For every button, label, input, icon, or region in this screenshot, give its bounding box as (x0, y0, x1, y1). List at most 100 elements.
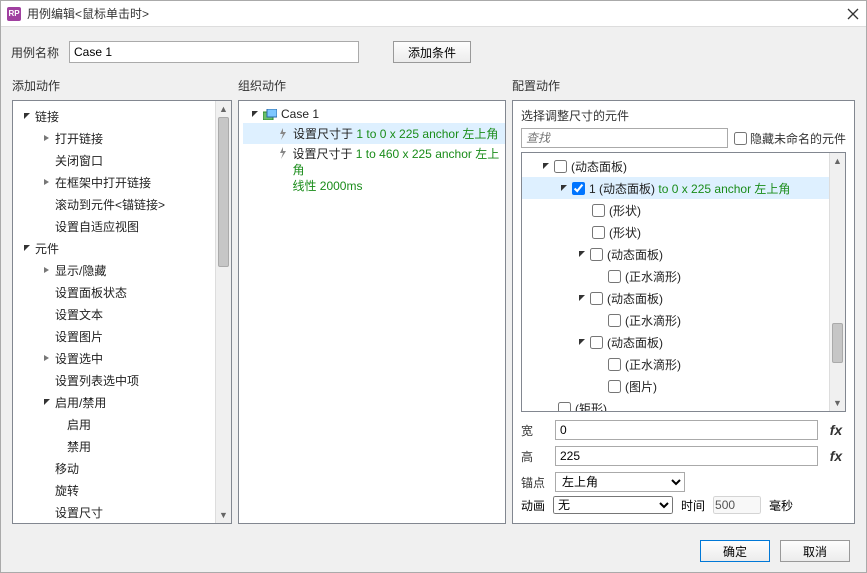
tree-set-image[interactable]: 设置图片 (55, 328, 103, 345)
tree-enable[interactable]: 启用 (67, 416, 91, 433)
add-action-column: 添加动作 链接 打开链接 关闭窗口 在框架中打开链接 滚动到元件<锚链接> 设置… (12, 73, 232, 524)
widget-drop[interactable]: (正水滴形) (625, 268, 681, 285)
scroll-up-icon[interactable]: ▲ (216, 101, 231, 117)
search-input[interactable] (521, 128, 728, 148)
widget-dp[interactable]: (动态面板) (607, 246, 663, 263)
widget-dp[interactable]: (动态面板) (607, 290, 663, 307)
action-1-label: 设置尺寸于 (293, 127, 353, 141)
action-row-2[interactable]: 设置尺寸于 1 to 460 x 225 anchor 左上角线性 2000ms (243, 144, 505, 196)
widget-shape[interactable]: (形状) (609, 202, 641, 219)
tree-panel-state[interactable]: 设置面板状态 (55, 284, 127, 301)
collapse-icon[interactable] (576, 336, 588, 348)
widget-drop[interactable]: (正水滴形) (625, 356, 681, 373)
ok-button[interactable]: 确定 (700, 540, 770, 562)
scrollbar[interactable]: ▲ ▼ (215, 101, 231, 523)
collapse-icon[interactable] (21, 242, 33, 254)
widget-tree[interactable]: (动态面板) 1 (动态面板) to 0 x 225 anchor 左上角 (形… (522, 153, 829, 411)
scroll-thumb[interactable] (832, 323, 843, 363)
tree-open-in-frame[interactable]: 在框架中打开链接 (55, 174, 151, 191)
height-input[interactable] (555, 446, 818, 466)
anim-select[interactable]: 无 (553, 496, 673, 514)
widget-checkbox[interactable] (554, 160, 567, 173)
widget-checkbox[interactable] (608, 270, 621, 283)
tree-rotate[interactable]: 旋转 (55, 482, 79, 499)
tree-close-window[interactable]: 关闭窗口 (55, 152, 103, 169)
hide-unnamed-text: 隐藏未命名的元件 (750, 130, 846, 147)
collapse-icon[interactable] (41, 396, 53, 408)
collapse-icon[interactable] (558, 182, 570, 194)
expand-icon[interactable] (41, 264, 53, 276)
widget-checkbox[interactable] (608, 380, 621, 393)
collapse-icon[interactable] (21, 110, 33, 122)
tree-set-selected[interactable]: 设置选中 (55, 350, 103, 367)
add-condition-button[interactable]: 添加条件 (393, 41, 471, 63)
tree-show-hide[interactable]: 显示/隐藏 (55, 262, 106, 279)
cancel-button[interactable]: 取消 (780, 540, 850, 562)
case-icon (263, 109, 277, 120)
dialog-footer: 确定 取消 (1, 532, 866, 572)
widget-checkbox[interactable] (572, 182, 585, 195)
widget-checkbox[interactable] (608, 358, 621, 371)
widget-checkbox[interactable] (590, 336, 603, 349)
time-input (713, 496, 761, 514)
collapse-icon[interactable] (540, 160, 552, 172)
window-title: 用例编辑<鼠标单击时> (27, 5, 846, 22)
action-2-anim: 线性 2000ms (292, 179, 362, 193)
fx-button[interactable]: fx (826, 422, 846, 438)
case-name-row: 用例名称 添加条件 (1, 27, 866, 73)
widget-checkbox[interactable] (558, 402, 571, 412)
case-label[interactable]: Case 1 (281, 107, 319, 121)
expand-icon[interactable] (41, 352, 53, 364)
bolt-icon (277, 146, 288, 160)
ms-label: 毫秒 (769, 497, 793, 514)
expand-icon[interactable] (41, 176, 53, 188)
action-row-1[interactable]: 设置尺寸于 1 to 0 x 225 anchor 左上角 (243, 123, 505, 144)
widget-checkbox[interactable] (592, 204, 605, 217)
widget-checkbox[interactable] (608, 314, 621, 327)
scroll-up-icon[interactable]: ▲ (830, 153, 845, 169)
widget-checkbox[interactable] (590, 248, 603, 261)
widget-img[interactable]: (图片) (625, 378, 657, 395)
tree-adaptive[interactable]: 设置自适应视图 (55, 218, 139, 235)
tree-set-list[interactable]: 设置列表选中项 (55, 372, 139, 389)
add-action-title: 添加动作 (12, 73, 232, 100)
expand-icon[interactable] (41, 132, 53, 144)
tree-widgets[interactable]: 元件 (35, 240, 59, 257)
widget-drop[interactable]: (正水滴形) (625, 312, 681, 329)
fx-button[interactable]: fx (826, 448, 846, 464)
tree-enable-disable[interactable]: 启用/禁用 (55, 394, 106, 411)
widget-checkbox[interactable] (592, 226, 605, 239)
app-icon: RP (7, 7, 21, 21)
case-name-label: 用例名称 (11, 44, 59, 61)
tree-scroll-to[interactable]: 滚动到元件<锚链接> (55, 196, 165, 213)
widget-row-selected[interactable]: 1 (动态面板) to 0 x 225 anchor 左上角 (522, 177, 829, 199)
widget-shape[interactable]: (形状) (609, 224, 641, 241)
case-actions-tree[interactable]: Case 1 设置尺寸于 1 to 0 x 225 anchor 左上角 设置尺… (239, 101, 505, 196)
tree-set-text[interactable]: 设置文本 (55, 306, 103, 323)
tree-disable[interactable]: 禁用 (67, 438, 91, 455)
tree-link[interactable]: 链接 (35, 108, 59, 125)
close-icon[interactable] (846, 7, 860, 21)
collapse-icon[interactable] (249, 108, 261, 120)
time-label: 时间 (681, 497, 705, 514)
widget-dp[interactable]: (动态面板) (571, 158, 627, 175)
widget-rect[interactable]: (矩形) (575, 400, 607, 412)
width-input[interactable] (555, 420, 818, 440)
tree-open-link[interactable]: 打开链接 (55, 130, 103, 147)
action-types-tree[interactable]: 链接 打开链接 关闭窗口 在框架中打开链接 滚动到元件<锚链接> 设置自适应视图… (13, 101, 215, 523)
widget-dp[interactable]: (动态面板) (607, 334, 663, 351)
case-name-input[interactable] (69, 41, 359, 63)
anchor-select[interactable]: 左上角 (555, 472, 685, 492)
scrollbar[interactable]: ▲ ▼ (829, 153, 845, 411)
hide-unnamed-label[interactable]: 隐藏未命名的元件 (734, 130, 846, 147)
scroll-down-icon[interactable]: ▼ (216, 507, 231, 523)
widget-select-title: 选择调整尺寸的元件 (521, 107, 846, 124)
tree-move[interactable]: 移动 (55, 460, 79, 477)
collapse-icon[interactable] (576, 292, 588, 304)
scroll-thumb[interactable] (218, 117, 229, 267)
scroll-down-icon[interactable]: ▼ (830, 395, 845, 411)
widget-checkbox[interactable] (590, 292, 603, 305)
hide-unnamed-checkbox[interactable] (734, 132, 747, 145)
tree-set-size[interactable]: 设置尺寸 (55, 504, 103, 521)
collapse-icon[interactable] (576, 248, 588, 260)
